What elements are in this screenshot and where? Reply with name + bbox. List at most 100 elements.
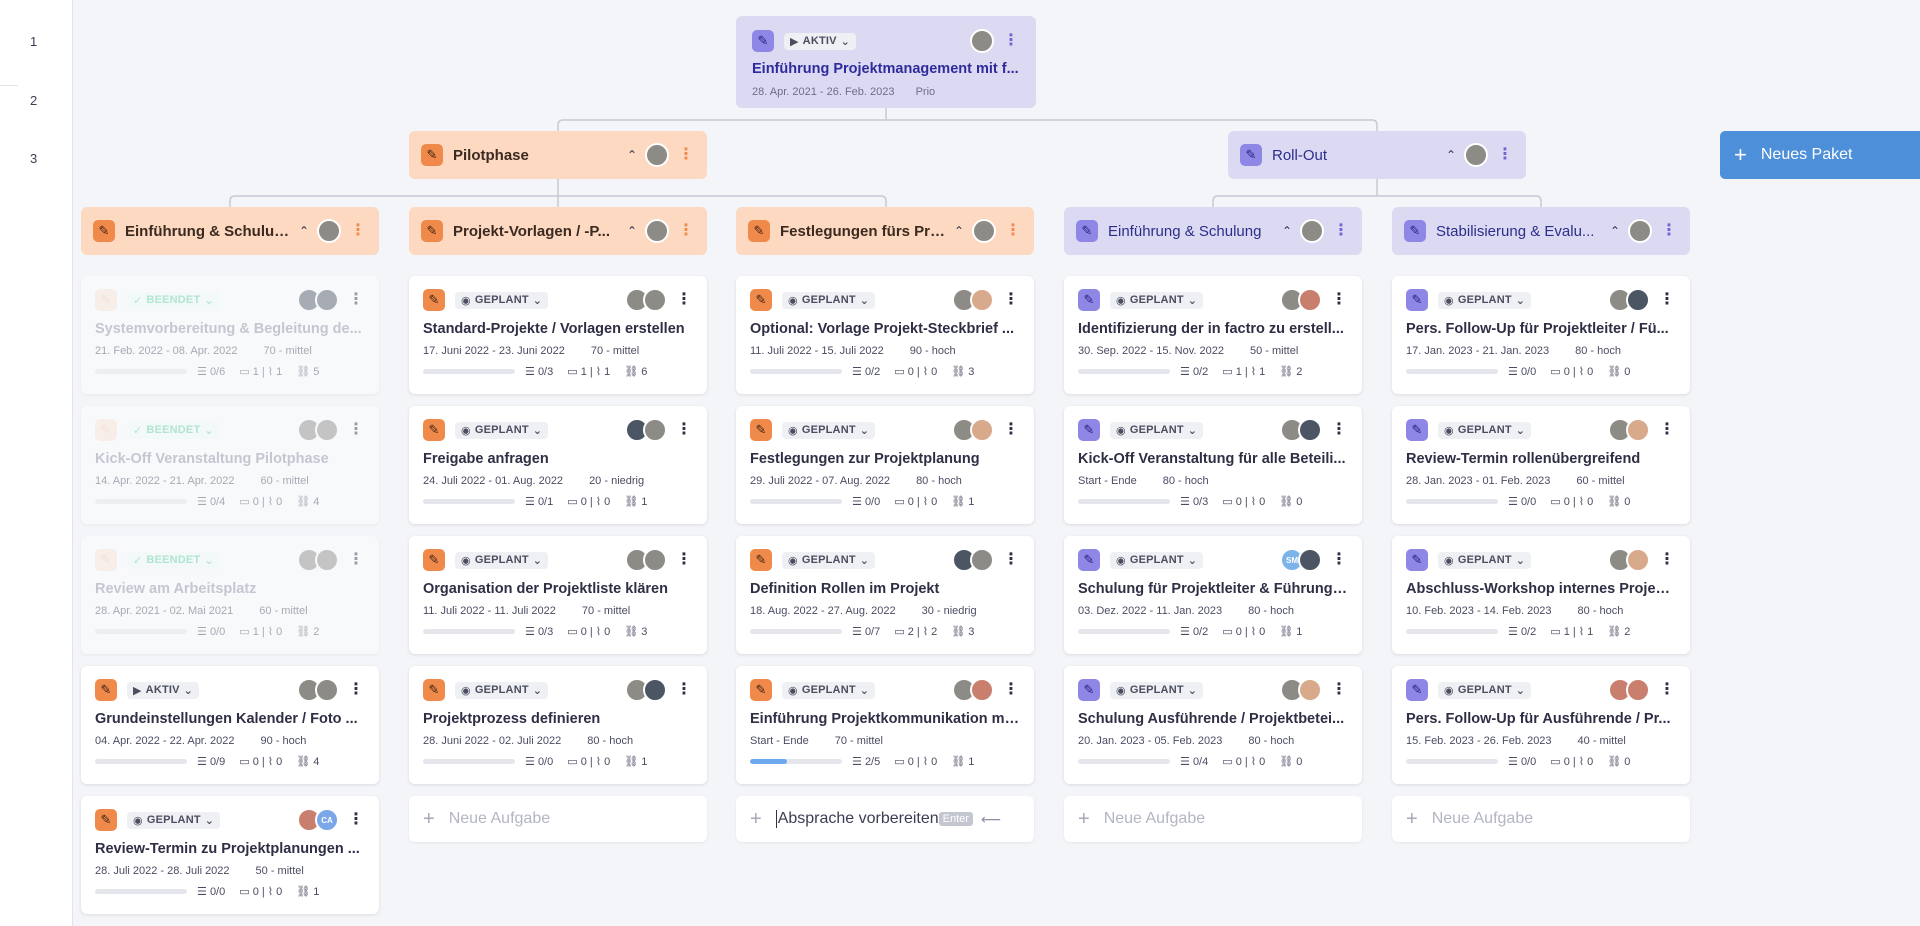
status-dropdown[interactable]: ◉ GEPLANT ⌄ — [782, 291, 876, 309]
assignees[interactable] — [645, 219, 669, 243]
assignees[interactable] — [1280, 678, 1322, 702]
task-title[interactable]: Projektprozess definieren — [423, 711, 693, 727]
kebab-icon[interactable]: ⋮ — [1002, 552, 1020, 568]
kebab-icon[interactable]: ⋮ — [347, 422, 365, 438]
task-card[interactable]: ✎ ◉ GEPLANT ⌄ SM ⋮ Schulung für Projektl… — [1064, 536, 1362, 654]
pencil-icon[interactable]: ✎ — [93, 220, 115, 242]
kebab-icon[interactable]: ⋮ — [1496, 147, 1514, 163]
assignees[interactable] — [625, 418, 667, 442]
task-card[interactable]: ✎ ▶ AKTIV ⌄ ⋮ Grundeinstellungen Kalende… — [81, 666, 379, 784]
assignees[interactable] — [297, 418, 339, 442]
task-card[interactable]: ✎ ◉ GEPLANT ⌄ ⋮ Schulung Ausführende / P… — [1064, 666, 1362, 784]
pencil-icon[interactable]: ✎ — [750, 289, 772, 311]
kebab-icon[interactable]: ⋮ — [1002, 292, 1020, 308]
kebab-icon[interactable]: ⋮ — [349, 223, 367, 239]
task-card[interactable]: ✎ ◉ GEPLANT ⌄ ⋮ Projektprozess definiere… — [409, 666, 707, 784]
kebab-icon[interactable]: ⋮ — [347, 812, 365, 828]
task-title[interactable]: Systemvorbereitung & Begleitung de... — [95, 321, 365, 337]
pencil-icon[interactable]: ✎ — [1078, 419, 1100, 441]
assignees[interactable] — [1608, 678, 1650, 702]
pencil-icon[interactable]: ✎ — [1406, 549, 1428, 571]
kebab-icon[interactable]: ⋮ — [675, 552, 693, 568]
assignees[interactable] — [970, 29, 994, 53]
task-title[interactable]: Review am Arbeitsplatz — [95, 581, 365, 597]
task-card[interactable]: ✎ ◉ GEPLANT ⌄ ⋮ Review-Termin rollenüber… — [1392, 406, 1690, 524]
pencil-icon[interactable]: ✎ — [95, 289, 117, 311]
chevron-up-icon[interactable]: ⌃ — [627, 224, 637, 238]
task-card[interactable]: ✎ ◉ GEPLANT ⌄ ⋮ Abschluss-Workshop inter… — [1392, 536, 1690, 654]
kebab-icon[interactable]: ⋮ — [1002, 422, 1020, 438]
pencil-icon[interactable]: ✎ — [750, 549, 772, 571]
assignees[interactable] — [952, 548, 994, 572]
task-title[interactable]: Review-Termin zu Projektplanungen ... — [95, 841, 365, 857]
assignees[interactable] — [297, 678, 339, 702]
assignees[interactable] — [297, 288, 339, 312]
pencil-icon[interactable]: ✎ — [1240, 144, 1262, 166]
task-card[interactable]: ✎ ◉ GEPLANT ⌄ ⋮ Einführung Projektkommun… — [736, 666, 1034, 784]
task-card[interactable]: ✎ ◉ GEPLANT ⌄ ⋮ Optional: Vorlage Projek… — [736, 276, 1034, 394]
pencil-icon[interactable]: ✎ — [1406, 419, 1428, 441]
column-header[interactable]: ✎ Einführung & Schulung ⌃ ⋮ — [1064, 207, 1362, 255]
assignees[interactable]: CA — [297, 808, 339, 832]
task-title[interactable]: Grundeinstellungen Kalender / Foto ... — [95, 711, 365, 727]
pencil-icon[interactable]: ✎ — [95, 809, 117, 831]
kebab-icon[interactable]: ⋮ — [1658, 292, 1676, 308]
kebab-icon[interactable]: ⋮ — [675, 422, 693, 438]
assignees[interactable] — [625, 288, 667, 312]
status-dropdown[interactable]: ✓ BEENDET ⌄ — [127, 421, 220, 439]
status-dropdown[interactable]: ✓ BEENDET ⌄ — [127, 551, 220, 569]
pencil-icon[interactable]: ✎ — [1078, 289, 1100, 311]
pencil-icon[interactable]: ✎ — [423, 549, 445, 571]
task-card[interactable]: ✎ ◉ GEPLANT ⌄ ⋮ Identifizierung der in f… — [1064, 276, 1362, 394]
status-dropdown[interactable]: ◉ GEPLANT ⌄ — [455, 421, 549, 439]
status-dropdown[interactable]: ◉ GEPLANT ⌄ — [1438, 421, 1532, 439]
assignees[interactable] — [1280, 418, 1322, 442]
assignees[interactable] — [317, 219, 341, 243]
column-header[interactable]: ✎ Projekt-Vorlagen / -P... ⌃ ⋮ — [409, 207, 707, 255]
pencil-icon[interactable]: ✎ — [423, 289, 445, 311]
chevron-up-icon[interactable]: ⌃ — [1446, 148, 1456, 162]
pencil-icon[interactable]: ✎ — [752, 30, 774, 52]
status-dropdown[interactable]: ✓ BEENDET ⌄ — [127, 291, 220, 309]
task-card[interactable]: ✎ ◉ GEPLANT ⌄ ⋮ Freigabe anfragen 24. Ju… — [409, 406, 707, 524]
column-header[interactable]: ✎ Stabilisierung & Evalu... ⌃ ⋮ — [1392, 207, 1690, 255]
pencil-icon[interactable]: ✎ — [421, 144, 443, 166]
task-title[interactable]: Kick-Off Veranstaltung für alle Beteili.… — [1078, 451, 1348, 467]
kebab-icon[interactable]: ⋮ — [347, 292, 365, 308]
project-title[interactable]: Einführung Projektmanagement mit f... — [752, 61, 1020, 77]
task-title[interactable]: Festlegungen zur Projektplanung — [750, 451, 1020, 467]
pencil-icon[interactable]: ✎ — [1076, 220, 1098, 242]
chevron-up-icon[interactable]: ⌃ — [1282, 224, 1292, 238]
enter-key-hint[interactable]: Enter — [938, 812, 973, 826]
task-card[interactable]: ✎ ◉ GEPLANT ⌄ ⋮ Pers. Follow-Up für Proj… — [1392, 276, 1690, 394]
status-dropdown[interactable]: ▶ AKTIV ⌄ — [784, 32, 857, 50]
status-dropdown[interactable]: ◉ GEPLANT ⌄ — [1110, 421, 1204, 439]
kebab-icon[interactable]: ⋮ — [347, 552, 365, 568]
pencil-icon[interactable]: ✎ — [95, 549, 117, 571]
assignees[interactable] — [1608, 418, 1650, 442]
kebab-icon[interactable]: ⋮ — [675, 292, 693, 308]
task-title[interactable]: Pers. Follow-Up für Projektleiter / Fü..… — [1406, 321, 1676, 337]
new-task-input[interactable]: + Absprache vorbereiten Enter ⟵ — [736, 796, 1034, 842]
task-card[interactable]: ✎ ◉ GEPLANT ⌄ ⋮ Kick-Off Veranstaltung f… — [1064, 406, 1362, 524]
column-header[interactable]: ✎ Einführung & Schulun... ⌃ ⋮ — [81, 207, 379, 255]
pencil-icon[interactable]: ✎ — [95, 419, 117, 441]
column-header[interactable]: ✎ Festlegungen fürs Pro... ⌃ ⋮ — [736, 207, 1034, 255]
pencil-icon[interactable]: ✎ — [1404, 220, 1426, 242]
task-card[interactable]: ✎ ✓ BEENDET ⌄ ⋮ Systemvorbereitung & Beg… — [81, 276, 379, 394]
assignees[interactable] — [972, 219, 996, 243]
assignees[interactable] — [1608, 288, 1650, 312]
pencil-icon[interactable]: ✎ — [1078, 679, 1100, 701]
kebab-icon[interactable]: ⋮ — [1658, 682, 1676, 698]
kebab-icon[interactable]: ⋮ — [1330, 552, 1348, 568]
status-dropdown[interactable]: ◉ GEPLANT ⌄ — [455, 291, 549, 309]
kebab-icon[interactable]: ⋮ — [675, 682, 693, 698]
task-card[interactable]: ✎ ◉ GEPLANT ⌄ ⋮ Definition Rollen im Pro… — [736, 536, 1034, 654]
task-title[interactable]: Organisation der Projektliste klären — [423, 581, 693, 597]
status-dropdown[interactable]: ◉ GEPLANT ⌄ — [1438, 291, 1532, 309]
task-title[interactable]: Pers. Follow-Up für Ausführende / Pr... — [1406, 711, 1676, 727]
pencil-icon[interactable]: ✎ — [748, 220, 770, 242]
assignees[interactable] — [625, 678, 667, 702]
chevron-up-icon[interactable]: ⌃ — [1610, 224, 1620, 238]
task-title[interactable]: Freigabe anfragen — [423, 451, 693, 467]
